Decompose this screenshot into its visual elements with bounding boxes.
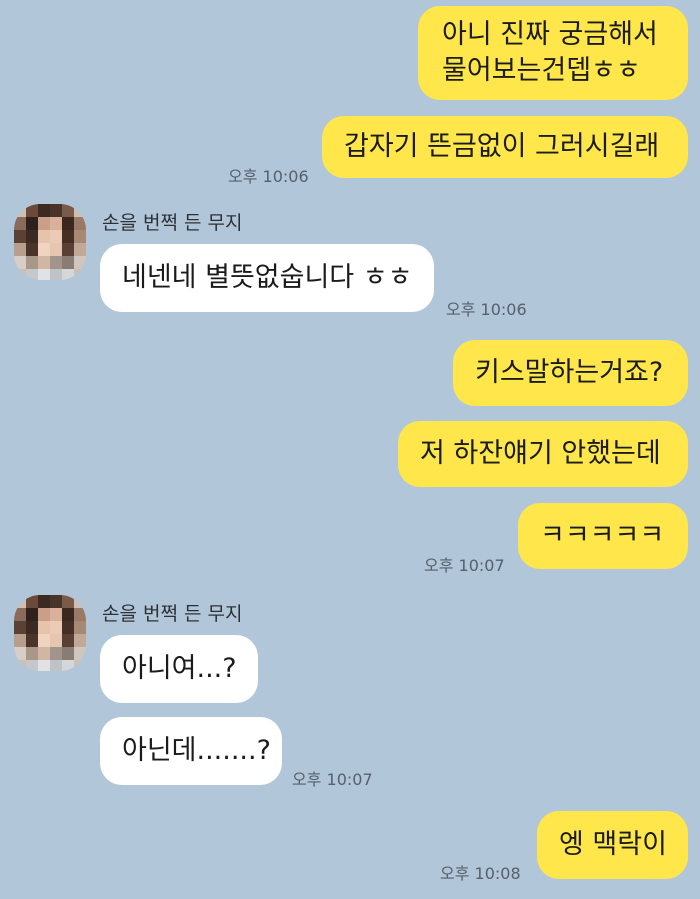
my-message-bubble[interactable]: 갑자기 뜬금없이 그러시길래 — [322, 116, 688, 178]
contact-avatar[interactable] — [14, 595, 86, 671]
message-text: ㅋㅋㅋㅋㅋ — [540, 520, 665, 551]
message-timestamp: 오후 10:06 — [228, 167, 309, 186]
message-text: 갑자기 뜬금없이 그러시길래 — [344, 131, 660, 162]
message-text: 아니여...? — [122, 653, 237, 684]
contact-name: 손을 번쩍 든 무지 — [102, 603, 243, 625]
message-text: 아닌데.......? — [122, 735, 271, 766]
my-message-bubble[interactable]: ㅋㅋㅋㅋㅋ — [518, 503, 688, 569]
chat-room[interactable]: 아니 진짜 궁금해서 물어보는건뎁ㅎㅎ 갑자기 뜬금없이 그러시길래 오후 10… — [0, 0, 700, 899]
contact-name: 손을 번쩍 든 무지 — [102, 212, 243, 234]
my-message-bubble[interactable]: 저 하잔얘기 안했는데 — [398, 421, 688, 487]
message-timestamp: 오후 10:08 — [440, 864, 521, 883]
message-timestamp: 오후 10:07 — [424, 556, 505, 575]
message-text: 엥 맥락이 — [559, 829, 667, 860]
contact-avatar[interactable] — [14, 204, 86, 280]
message-timestamp: 오후 10:07 — [292, 770, 373, 789]
my-message-bubble[interactable]: 엥 맥락이 — [537, 811, 688, 879]
my-message-bubble[interactable]: 키스말하는거죠? — [453, 340, 688, 406]
my-message-bubble[interactable]: 아니 진짜 궁금해서 물어보는건뎁ㅎㅎ — [418, 6, 688, 100]
message-text: 키스말하는거죠? — [475, 357, 664, 388]
their-message-bubble[interactable]: 네넨네 별뜻없숩니다 ㅎㅎ — [100, 244, 434, 312]
message-text: 네넨네 별뜻없숩니다 ㅎㅎ — [122, 262, 413, 293]
message-text: 저 하잔얘기 안했는데 — [420, 438, 661, 469]
their-message-bubble[interactable]: 아니여...? — [100, 635, 258, 703]
message-timestamp: 오후 10:06 — [446, 300, 527, 319]
their-message-bubble[interactable]: 아닌데.......? — [100, 717, 282, 785]
message-text: 아니 진짜 궁금해서 물어보는건뎁ㅎㅎ — [442, 19, 658, 86]
